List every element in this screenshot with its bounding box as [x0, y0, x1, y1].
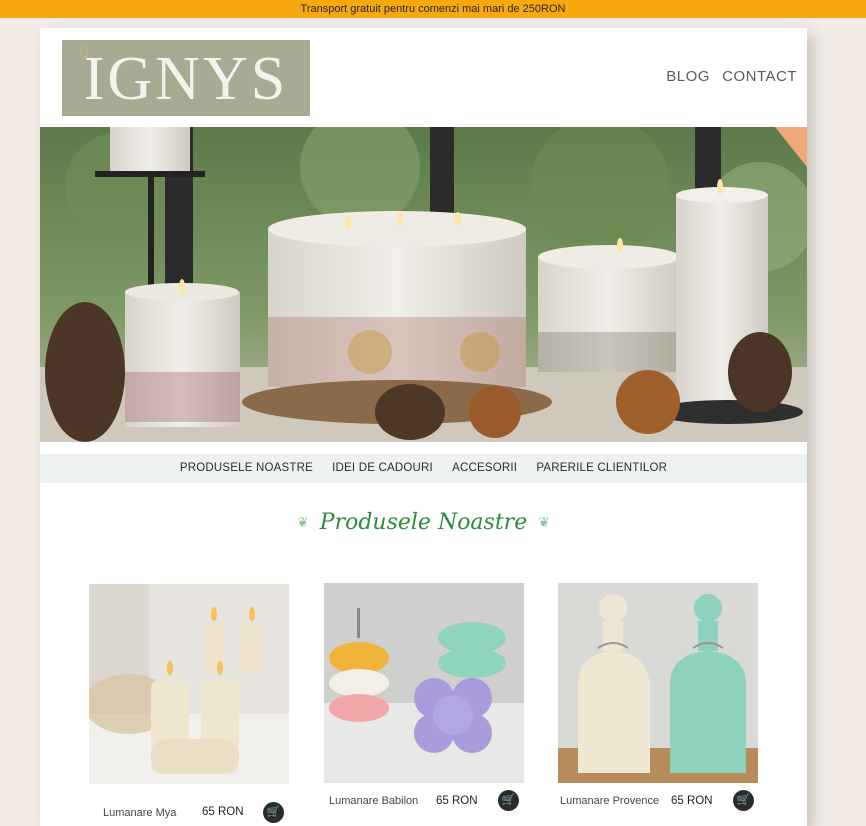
product-name[interactable]: Lumanare Provence — [560, 795, 659, 807]
top-nav: BLOG CONTACT — [658, 68, 797, 85]
page-container: IGNYS BLOG CONTACT PRODUSELE NOASTRE IDE… — [40, 28, 807, 826]
cart-icon[interactable]: 🛒 — [263, 802, 284, 823]
product-card[interactable] — [89, 584, 289, 784]
logo[interactable]: IGNYS — [62, 40, 310, 116]
product-image[interactable] — [558, 583, 758, 783]
cart-icon[interactable]: 🛒 — [733, 790, 754, 811]
category-accesorii[interactable]: ACCESORII — [452, 462, 517, 474]
category-produsele-noastre[interactable]: PRODUSELE NOASTRE — [180, 462, 313, 474]
product-price: 65 RON — [436, 795, 478, 807]
logo-text: IGNYS — [83, 45, 289, 113]
announcement-bar: Transport gratuit pentru comenzi mai mar… — [0, 0, 866, 18]
announcement-text: Transport gratuit pentru comenzi mai mar… — [300, 3, 566, 15]
product-image[interactable] — [324, 583, 524, 783]
product-card[interactable] — [558, 583, 758, 783]
product-image[interactable] — [89, 584, 289, 784]
leaf-icon: ❦ — [297, 515, 309, 531]
category-nav: PRODUSELE NOASTRE IDEI DE CADOURI ACCESO… — [40, 454, 807, 483]
section-title-text: Produsele Noastre — [319, 510, 528, 535]
nav-blog-link[interactable]: BLOG — [666, 68, 710, 85]
product-name[interactable]: Lumanare Mya — [103, 807, 176, 819]
category-parerile-clientilor[interactable]: PARERILE CLIENTILOR — [536, 462, 667, 474]
hero-banner-image — [40, 127, 807, 442]
nav-contact-link[interactable]: CONTACT — [722, 68, 797, 85]
product-price: 65 RON — [671, 795, 713, 807]
cart-icon[interactable]: 🛒 — [498, 790, 519, 811]
section-title: ❦ Produsele Noastre ❦ — [40, 510, 807, 535]
product-card[interactable] — [324, 583, 524, 783]
product-price: 65 RON — [202, 806, 244, 818]
category-idei-de-cadouri[interactable]: IDEI DE CADOURI — [332, 462, 433, 474]
product-name[interactable]: Lumanare Babilon — [329, 795, 418, 807]
leaf-icon: ❦ — [538, 515, 550, 531]
